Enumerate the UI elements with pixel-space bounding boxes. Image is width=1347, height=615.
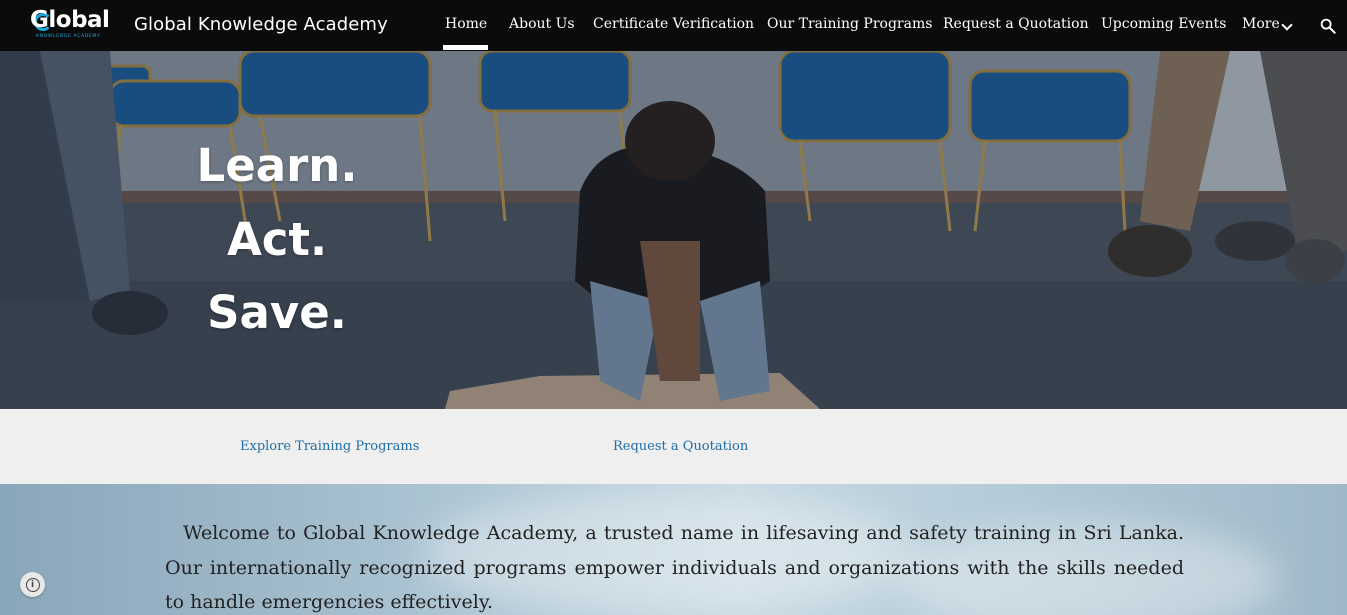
nav-request-quotation[interactable]: Request a Quotation	[943, 16, 1089, 32]
welcome-section: Welcome to Global Knowledge Academy, a t…	[0, 484, 1347, 615]
nav-home[interactable]: Home	[445, 16, 487, 32]
welcome-paragraph: Welcome to Global Knowledge Academy, a t…	[165, 522, 1184, 613]
info-icon: i	[25, 577, 40, 592]
hero-heading-learn: Learn.	[196, 139, 358, 192]
quick-links-strip: Explore Training Programs Request a Quot…	[0, 409, 1347, 484]
nav-more[interactable]: More	[1242, 16, 1280, 32]
search-icon[interactable]	[1319, 17, 1337, 35]
top-navigation-bar: Global KNOWLEDGE ACADEMY Global Knowledg…	[0, 0, 1347, 51]
nav-upcoming-events[interactable]: Upcoming Events	[1101, 16, 1226, 32]
logo-subtitle: KNOWLEDGE ACADEMY	[36, 34, 101, 39]
hero-heading-act: Act.	[226, 213, 328, 266]
site-info-button[interactable]: i	[20, 572, 45, 597]
hero-heading-save: Save.	[207, 286, 347, 339]
nav-about-us[interactable]: About Us	[509, 16, 575, 32]
request-quotation-link[interactable]: Request a Quotation	[613, 439, 748, 454]
site-title[interactable]: Global Knowledge Academy	[134, 14, 388, 35]
nav-active-indicator	[443, 45, 488, 50]
hero-banner: Learn. Act. Save.	[0, 51, 1347, 409]
site-logo[interactable]: Global KNOWLEDGE ACADEMY	[30, 7, 114, 41]
logo-word: Global	[30, 7, 110, 33]
explore-training-programs-link[interactable]: Explore Training Programs	[240, 439, 419, 454]
nav-certificate-verification[interactable]: Certificate Verification	[593, 16, 754, 32]
nav-training-programs[interactable]: Our Training Programs	[767, 16, 932, 32]
chevron-down-icon[interactable]	[1281, 19, 1293, 31]
